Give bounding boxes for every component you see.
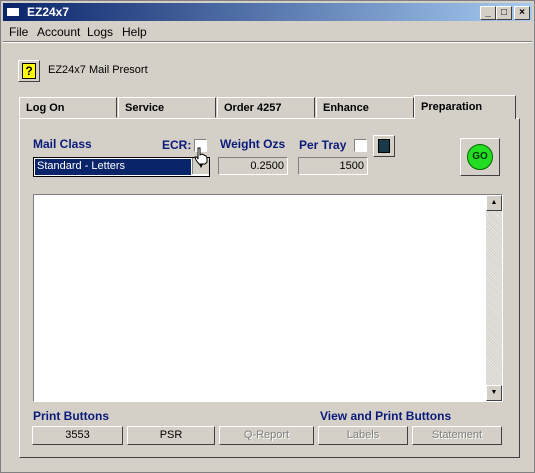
calculator-button[interactable]: [373, 135, 395, 157]
scroll-down-icon[interactable]: ▼: [486, 385, 502, 401]
menu-logs[interactable]: Logs: [87, 25, 113, 39]
output-textarea[interactable]: ▲ ▼: [33, 194, 503, 402]
3553-button[interactable]: 3553: [32, 426, 123, 445]
psr-button[interactable]: PSR: [127, 426, 215, 445]
app-icon: [7, 8, 19, 16]
menu-help[interactable]: Help: [122, 25, 147, 39]
go-icon: GO: [467, 144, 493, 170]
app-title: EZ24x7 Mail Presort: [48, 64, 148, 76]
title-bar[interactable]: EZ24x7 _ □ ×: [3, 3, 532, 21]
menu-file[interactable]: File: [9, 25, 28, 39]
mail-class-label: Mail Class: [33, 137, 92, 151]
go-button[interactable]: GO: [460, 138, 500, 176]
per-tray-label: Per Tray: [299, 138, 347, 152]
per-tray-field[interactable]: 1500: [298, 157, 368, 175]
weight-field[interactable]: 0.2500: [218, 157, 288, 175]
weight-label: Weight Ozs: [220, 137, 286, 151]
maximize-button[interactable]: □: [496, 6, 512, 20]
app-window: EZ24x7 _ □ × File Account Logs Help ? EZ…: [0, 0, 535, 473]
tab-service[interactable]: Service: [118, 97, 216, 118]
q-report-button[interactable]: Q-Report: [219, 426, 314, 445]
tab-order[interactable]: Order 4257: [217, 97, 315, 118]
tab-log-on[interactable]: Log On: [19, 97, 117, 118]
view-print-buttons-label: View and Print Buttons: [320, 409, 452, 423]
help-question-icon: ?: [22, 63, 36, 79]
menu-account[interactable]: Account: [37, 25, 80, 39]
help-button[interactable]: ?: [18, 60, 40, 82]
print-buttons-label: Print Buttons: [33, 409, 109, 423]
tab-preparation[interactable]: Preparation: [414, 95, 516, 119]
minimize-button[interactable]: _: [480, 6, 496, 20]
calculator-icon: [378, 139, 390, 153]
window-title: EZ24x7: [27, 5, 70, 19]
ecr-label: ECR:: [162, 138, 192, 152]
labels-button[interactable]: Labels: [318, 426, 408, 445]
scroll-up-icon[interactable]: ▲: [486, 195, 502, 211]
mail-class-select[interactable]: Standard - Letters ▼: [33, 157, 210, 177]
menu-divider: [3, 41, 532, 43]
hand-cursor-icon: [194, 147, 208, 165]
vertical-scrollbar[interactable]: ▲ ▼: [486, 195, 502, 401]
mail-class-value: Standard - Letters: [35, 159, 191, 175]
statement-button[interactable]: Statement: [412, 426, 502, 445]
close-button[interactable]: ×: [514, 6, 530, 20]
tab-enhance[interactable]: Enhance: [316, 97, 414, 118]
per-tray-checkbox[interactable]: [354, 139, 367, 152]
